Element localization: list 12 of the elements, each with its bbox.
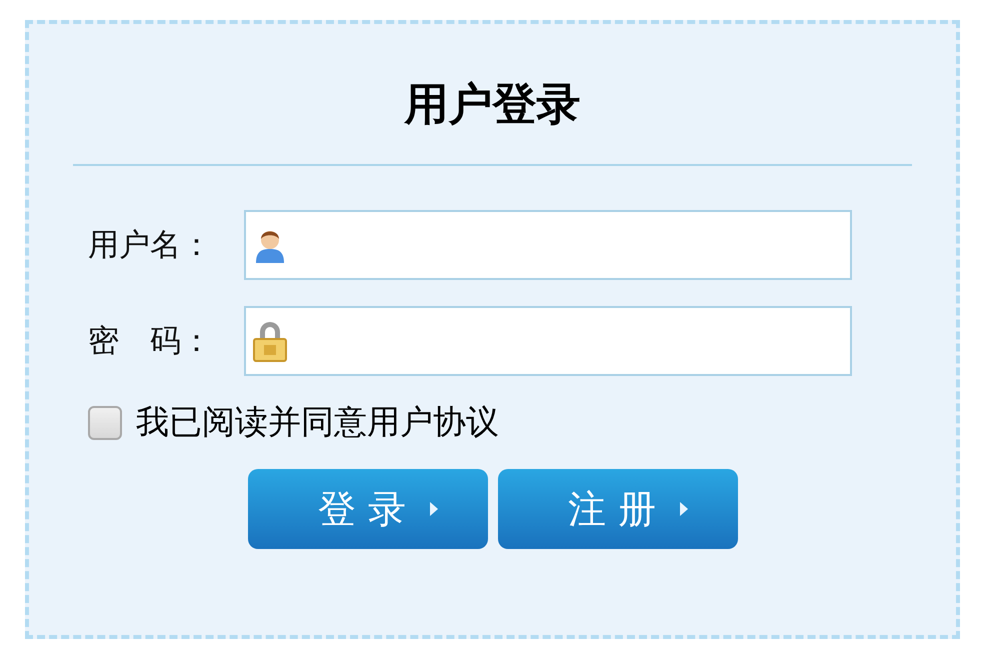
username-field[interactable] [244, 210, 852, 280]
triangle-icon [680, 502, 688, 516]
padlock-icon [250, 319, 290, 363]
password-field[interactable] [244, 306, 852, 376]
field-label: 用户名： [88, 226, 213, 265]
login-button[interactable]: 登 录 [248, 469, 488, 549]
register-button[interactable]: 注 册 [498, 469, 738, 549]
login-title: 用户登录 [403, 78, 582, 132]
triangle-icon [430, 502, 438, 516]
agreement-label: 我已阅读并同意用户协议 [136, 401, 499, 443]
agreement-checkbox[interactable] [88, 406, 122, 440]
field-label: 密 码： [88, 322, 213, 361]
